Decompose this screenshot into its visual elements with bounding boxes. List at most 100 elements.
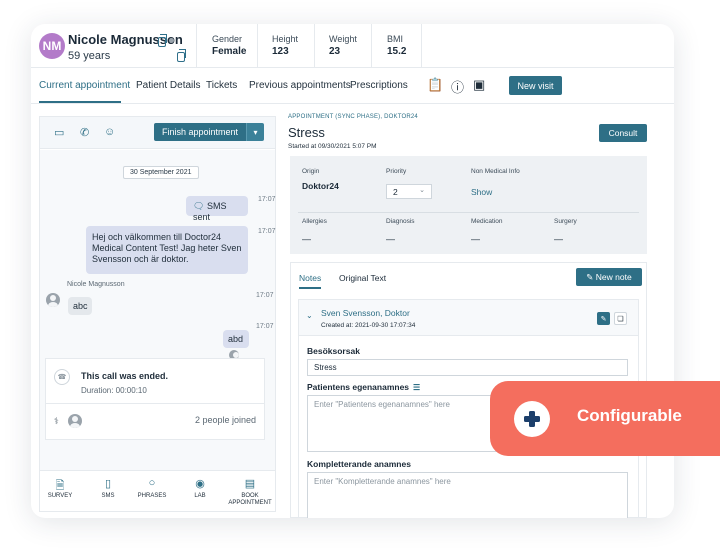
patient-header: NM Nicole Magnusson 59 years Gender Fema… [31,24,674,68]
date-separator: 30 September 2021 [123,166,199,179]
tab-patient-details[interactable]: Patient Details [136,80,200,91]
nav-lab[interactable]: ◉ LAB [180,477,220,500]
appointment-phase: APPOINTMENT (SYNC PHASE), DOKTOR24 [288,114,418,120]
bottom-nav: 🗎 SURVEY ▯ SMS ○ PHRASES ◉ LAB ▤ BOOK AP… [40,470,275,511]
received-message: abc [68,297,92,315]
patient-avatar: NM [39,33,65,59]
stat-weight: Weight 23 [329,34,357,57]
tab-current-appointment[interactable]: Current appointment [39,80,130,91]
badge-label: Configurable [577,406,682,425]
divider [257,24,258,68]
chat-area: 30 September 2021 🗨 SMS sent 17:07 Hej o… [40,150,276,470]
call-ended-text: This call was ended. [81,371,169,381]
active-tab-indicator [39,101,121,103]
finish-appointment-button[interactable]: Finish appointment [154,123,246,141]
divider [421,24,422,68]
message-time: 17:07 [258,196,276,203]
divider [371,24,372,68]
self-history-label: Patientens egenanamnes ☰ [307,382,421,392]
stat-gender: Gender Female [212,34,247,57]
divider [46,403,264,404]
appointment-info: Origin Doktor24 Priority 2 ⌄ Non Medical… [290,156,647,254]
diagnosis-value: — [386,234,395,244]
priority-label: Priority [386,168,407,175]
note-created: Created at: 2021-09-30 17:07:34 [321,322,416,329]
user-avatar-icon [46,293,60,307]
document-copy-icon[interactable]: 📋 [427,77,443,93]
speech-bubble-icon: 🗨 [193,201,205,211]
calendar-icon: ▤ [244,478,256,490]
appointment-title: Stress [288,125,325,140]
diagnosis-label: Diagnosis [386,218,415,225]
supplementary-field[interactable] [307,472,628,518]
message-time: 17:07 [256,323,274,330]
phone-icon[interactable]: ✆ [80,126,89,139]
document-icon: 🗎 [55,480,65,492]
phone-hangup-icon: ☎ [54,369,70,385]
divider [298,212,639,213]
nav-survey[interactable]: 🗎 SURVEY [40,477,80,500]
patient-age: 59 years [68,50,111,62]
message-time: 17:07 [258,228,276,235]
reason-label: Besöksorsak [307,346,360,356]
tab-bar: Current appointment Patient Details Tick… [31,68,674,104]
nav-phrases[interactable]: ○ PHRASES [132,477,172,500]
nav-book-appointment[interactable]: ▤ BOOK APPOINTMENT [226,477,274,507]
call-duration: Duration: 00:00:10 [81,386,147,395]
copy-icon[interactable] [177,49,186,62]
allergies-value: — [302,234,311,244]
appointment-panel: APPOINTMENT (SYNC PHASE), DOKTOR24 Stres… [288,112,650,518]
consult-button[interactable]: Consult [599,124,647,142]
copy-icon[interactable] [158,34,167,47]
divider [314,24,315,68]
id-card-icon[interactable]: ▣ [473,77,485,93]
new-note-button[interactable]: ✎ New note [576,268,642,286]
new-visit-button[interactable]: New visit [509,76,562,95]
appointment-started: Started at 09/30/2021 5:07 PM [288,143,377,150]
sent-message: abd [223,330,249,348]
stat-bmi: BMI 15.2 [387,34,407,57]
nav-sms[interactable]: ▯ SMS [88,477,128,500]
tab-prescriptions[interactable]: Prescriptions [350,80,408,91]
participants-count: 2 people joined [194,415,256,425]
phone-icon: ▯ [104,478,112,490]
origin-label: Origin [302,168,320,175]
reason-field[interactable] [307,359,628,376]
stat-height: Height 123 [272,34,299,57]
status-dot [169,38,174,43]
call-summary: ☎ This call was ended. Duration: 00:00:1… [45,358,265,440]
welcome-message: Hej och välkommen till Doctor24 Medical … [86,226,248,274]
doctor-avatar-icon: ⚕ [54,416,59,426]
tab-previous-appointments[interactable]: Previous appointments [249,80,351,91]
tab-tickets[interactable]: Tickets [206,80,237,91]
priority-select[interactable]: 2 ⌄ [386,184,432,199]
video-icon[interactable]: ▭ [54,126,64,139]
format-icon[interactable]: ☰ [413,383,420,392]
origin-value: Doktor24 [302,181,339,191]
alert-icon[interactable]: ⓘ [451,77,464,96]
supplementary-label: Kompletterande anamnes [307,459,411,469]
tab-notes[interactable]: Notes [299,273,321,283]
user-avatar-icon [68,414,82,428]
note-author[interactable]: Sven Svensson, Doktor [321,308,410,318]
chevron-down-icon: ⌄ [419,187,425,194]
copy-icon[interactable]: ❏ [614,312,627,325]
medication-value: — [471,234,480,244]
show-link[interactable]: Show [471,187,492,197]
message-sender: Nicole Magnusson [67,281,125,288]
tab-original-text[interactable]: Original Text [339,273,386,283]
message-time: 17:07 [256,292,274,299]
plus-icon [514,401,550,437]
edit-icon: ✎ [586,271,594,282]
people-icon[interactable]: ☺ [104,126,115,138]
chevron-down-icon[interactable]: ▾ [246,123,264,141]
call-toolbar: ▭ ✆ ☺ Finish appointment ▾ [40,117,275,149]
sms-sent-message: 🗨 SMS sent [186,196,248,222]
medication-label: Medication [471,218,503,225]
divider [196,24,197,68]
call-panel: ▭ ✆ ☺ Finish appointment ▾ 30 September … [39,116,276,512]
surgery-value: — [554,234,563,244]
edit-icon[interactable]: ✎ [597,312,610,325]
allergies-label: Allergies [302,218,327,225]
chevron-down-icon[interactable]: ⌄ [306,311,313,320]
